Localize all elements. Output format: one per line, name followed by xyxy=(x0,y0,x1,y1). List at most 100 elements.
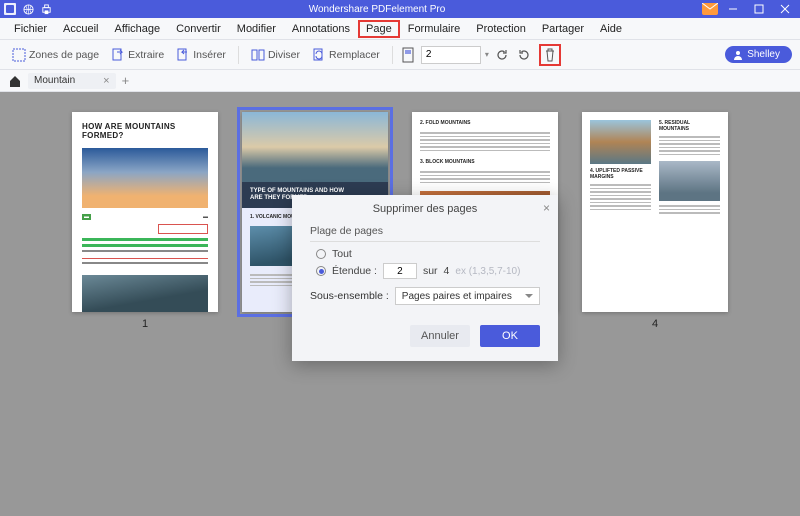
rotate-cw-button[interactable] xyxy=(515,46,533,64)
page-number-label: 1 xyxy=(142,318,148,330)
page-number-control: ▾ xyxy=(421,46,489,64)
range-from-input[interactable] xyxy=(383,263,417,279)
page-wrap-4: 4. UPLIFTED PASSIVE MARGINS 5. RESIDUAL … xyxy=(582,112,728,330)
document-tab-label: Mountain xyxy=(34,75,75,86)
tool-label: Extraire xyxy=(128,49,164,61)
page-thumbnail-icon[interactable] xyxy=(401,47,417,63)
menu-help[interactable]: Aide xyxy=(592,20,630,38)
window-maximize-button[interactable] xyxy=(748,1,770,17)
tool-insert[interactable]: Insérer xyxy=(172,46,230,64)
tool-label: Zones de page xyxy=(29,49,99,61)
menu-edit[interactable]: Modifier xyxy=(229,20,284,38)
thumb-section-heading: 2. FOLD MOUNTAINS xyxy=(420,120,550,126)
thumb-text xyxy=(659,205,720,216)
range-total: 4 xyxy=(444,265,450,277)
user-account-button[interactable]: Shelley xyxy=(725,46,792,63)
rotate-ccw-button[interactable] xyxy=(493,46,511,64)
thumb-image xyxy=(82,148,208,208)
dialog-title: Supprimer des pages × xyxy=(292,195,558,221)
group-divider xyxy=(310,241,540,242)
replace-icon xyxy=(312,48,326,62)
menu-view[interactable]: Affichage xyxy=(106,20,168,38)
subset-value: Pages paires et impaires xyxy=(402,291,512,302)
page-thumb-1[interactable]: HOW ARE MOUNTAINS FORMED? ▬▬ xyxy=(72,112,218,312)
subset-label: Sous-ensemble : xyxy=(310,290,389,302)
thumb-text xyxy=(72,234,218,271)
cancel-button[interactable]: Annuler xyxy=(410,325,470,347)
radio-all[interactable] xyxy=(316,249,326,259)
thumb-section-heading: 3. BLOCK MOUNTAINS xyxy=(420,159,550,165)
group-label: Plage de pages xyxy=(310,225,540,237)
range-hint: ex (1,3,5,7-10) xyxy=(455,266,520,277)
menu-annotate[interactable]: Annotations xyxy=(284,20,358,38)
close-tab-icon[interactable]: × xyxy=(103,75,109,87)
menu-page[interactable]: Page xyxy=(358,20,400,38)
page-toolbar: Zones de page Extraire Insérer Diviser R… xyxy=(0,40,800,70)
radio-row-all[interactable]: Tout xyxy=(316,248,540,260)
dialog-close-button[interactable]: × xyxy=(543,201,550,215)
document-tab[interactable]: Mountain × xyxy=(28,73,116,89)
app-logo-icon xyxy=(4,3,16,15)
titlebar-print-icon[interactable] xyxy=(40,3,52,15)
window-close-button[interactable] xyxy=(774,1,796,17)
split-icon xyxy=(251,48,265,62)
delete-pages-dialog: Supprimer des pages × Plage de pages Tou… xyxy=(292,195,558,361)
tool-label: Diviser xyxy=(268,49,300,61)
tool-split[interactable]: Diviser xyxy=(247,46,304,64)
tool-replace[interactable]: Remplacer xyxy=(308,46,384,64)
menu-protect[interactable]: Protection xyxy=(468,20,534,38)
app-title: Wondershare PDFelement Pro xyxy=(52,4,702,15)
thumb-legend: ▬▬ xyxy=(72,212,218,222)
tool-extract[interactable]: Extraire xyxy=(107,46,168,64)
title-bar: Wondershare PDFelement Pro xyxy=(0,0,800,18)
thumb-image xyxy=(590,120,651,164)
menu-convert[interactable]: Convertir xyxy=(168,20,229,38)
thumb-image xyxy=(242,112,388,182)
radio-range[interactable] xyxy=(316,266,326,276)
home-icon[interactable] xyxy=(8,74,22,88)
page-number-label: 4 xyxy=(652,318,658,330)
radio-row-range[interactable]: Étendue : sur 4 ex (1,3,5,7-10) xyxy=(316,263,540,279)
dialog-buttons: Annuler OK xyxy=(292,317,558,361)
ok-button[interactable]: OK xyxy=(480,325,540,347)
thumb-image xyxy=(659,161,720,201)
thumb-section-heading: 4. UPLIFTED PASSIVE MARGINS xyxy=(590,168,651,180)
thumb-text xyxy=(659,136,720,157)
tool-label: Remplacer xyxy=(329,49,380,61)
user-label: Shelley xyxy=(747,49,780,60)
page-thumb-4[interactable]: 4. UPLIFTED PASSIVE MARGINS 5. RESIDUAL … xyxy=(582,112,728,312)
user-icon xyxy=(733,50,743,60)
thumb-text xyxy=(420,132,550,153)
page-number-input[interactable] xyxy=(421,46,481,64)
titlebar-globe-icon[interactable] xyxy=(22,3,34,15)
menu-form[interactable]: Formulaire xyxy=(400,20,469,38)
menu-file[interactable]: Fichier xyxy=(6,20,55,38)
toolbar-divider xyxy=(238,46,239,64)
thumb-section-heading: 5. RESIDUAL MOUNTAINS xyxy=(659,120,720,132)
extract-icon xyxy=(111,48,125,62)
document-tab-bar: Mountain × + xyxy=(0,70,800,92)
tool-page-zones[interactable]: Zones de page xyxy=(8,46,103,64)
chevron-down-icon[interactable]: ▾ xyxy=(485,50,489,59)
window-minimize-button[interactable] xyxy=(722,1,744,17)
add-tab-button[interactable]: + xyxy=(122,73,130,88)
menu-bar: Fichier Accueil Affichage Convertir Modi… xyxy=(0,18,800,40)
menu-share[interactable]: Partager xyxy=(534,20,592,38)
mail-icon[interactable] xyxy=(702,3,718,15)
delete-page-button[interactable] xyxy=(539,44,561,66)
thumb-highlight-box xyxy=(158,224,208,234)
radio-label: Étendue : xyxy=(332,265,377,277)
titlebar-right-icons xyxy=(702,1,796,17)
thumb-photo xyxy=(82,275,208,312)
menu-home[interactable]: Accueil xyxy=(55,20,106,38)
titlebar-left-icons xyxy=(4,3,52,15)
page-zones-icon xyxy=(12,48,26,62)
subset-select[interactable]: Pages paires et impaires xyxy=(395,287,540,305)
range-of-label: sur xyxy=(423,265,438,277)
dialog-title-text: Supprimer des pages xyxy=(373,203,478,215)
insert-icon xyxy=(176,48,190,62)
thumb-text xyxy=(590,184,651,212)
tool-label: Insérer xyxy=(193,49,226,61)
toolbar-divider xyxy=(392,46,393,64)
dialog-body: Plage de pages Tout Étendue : sur 4 ex (… xyxy=(292,221,558,317)
